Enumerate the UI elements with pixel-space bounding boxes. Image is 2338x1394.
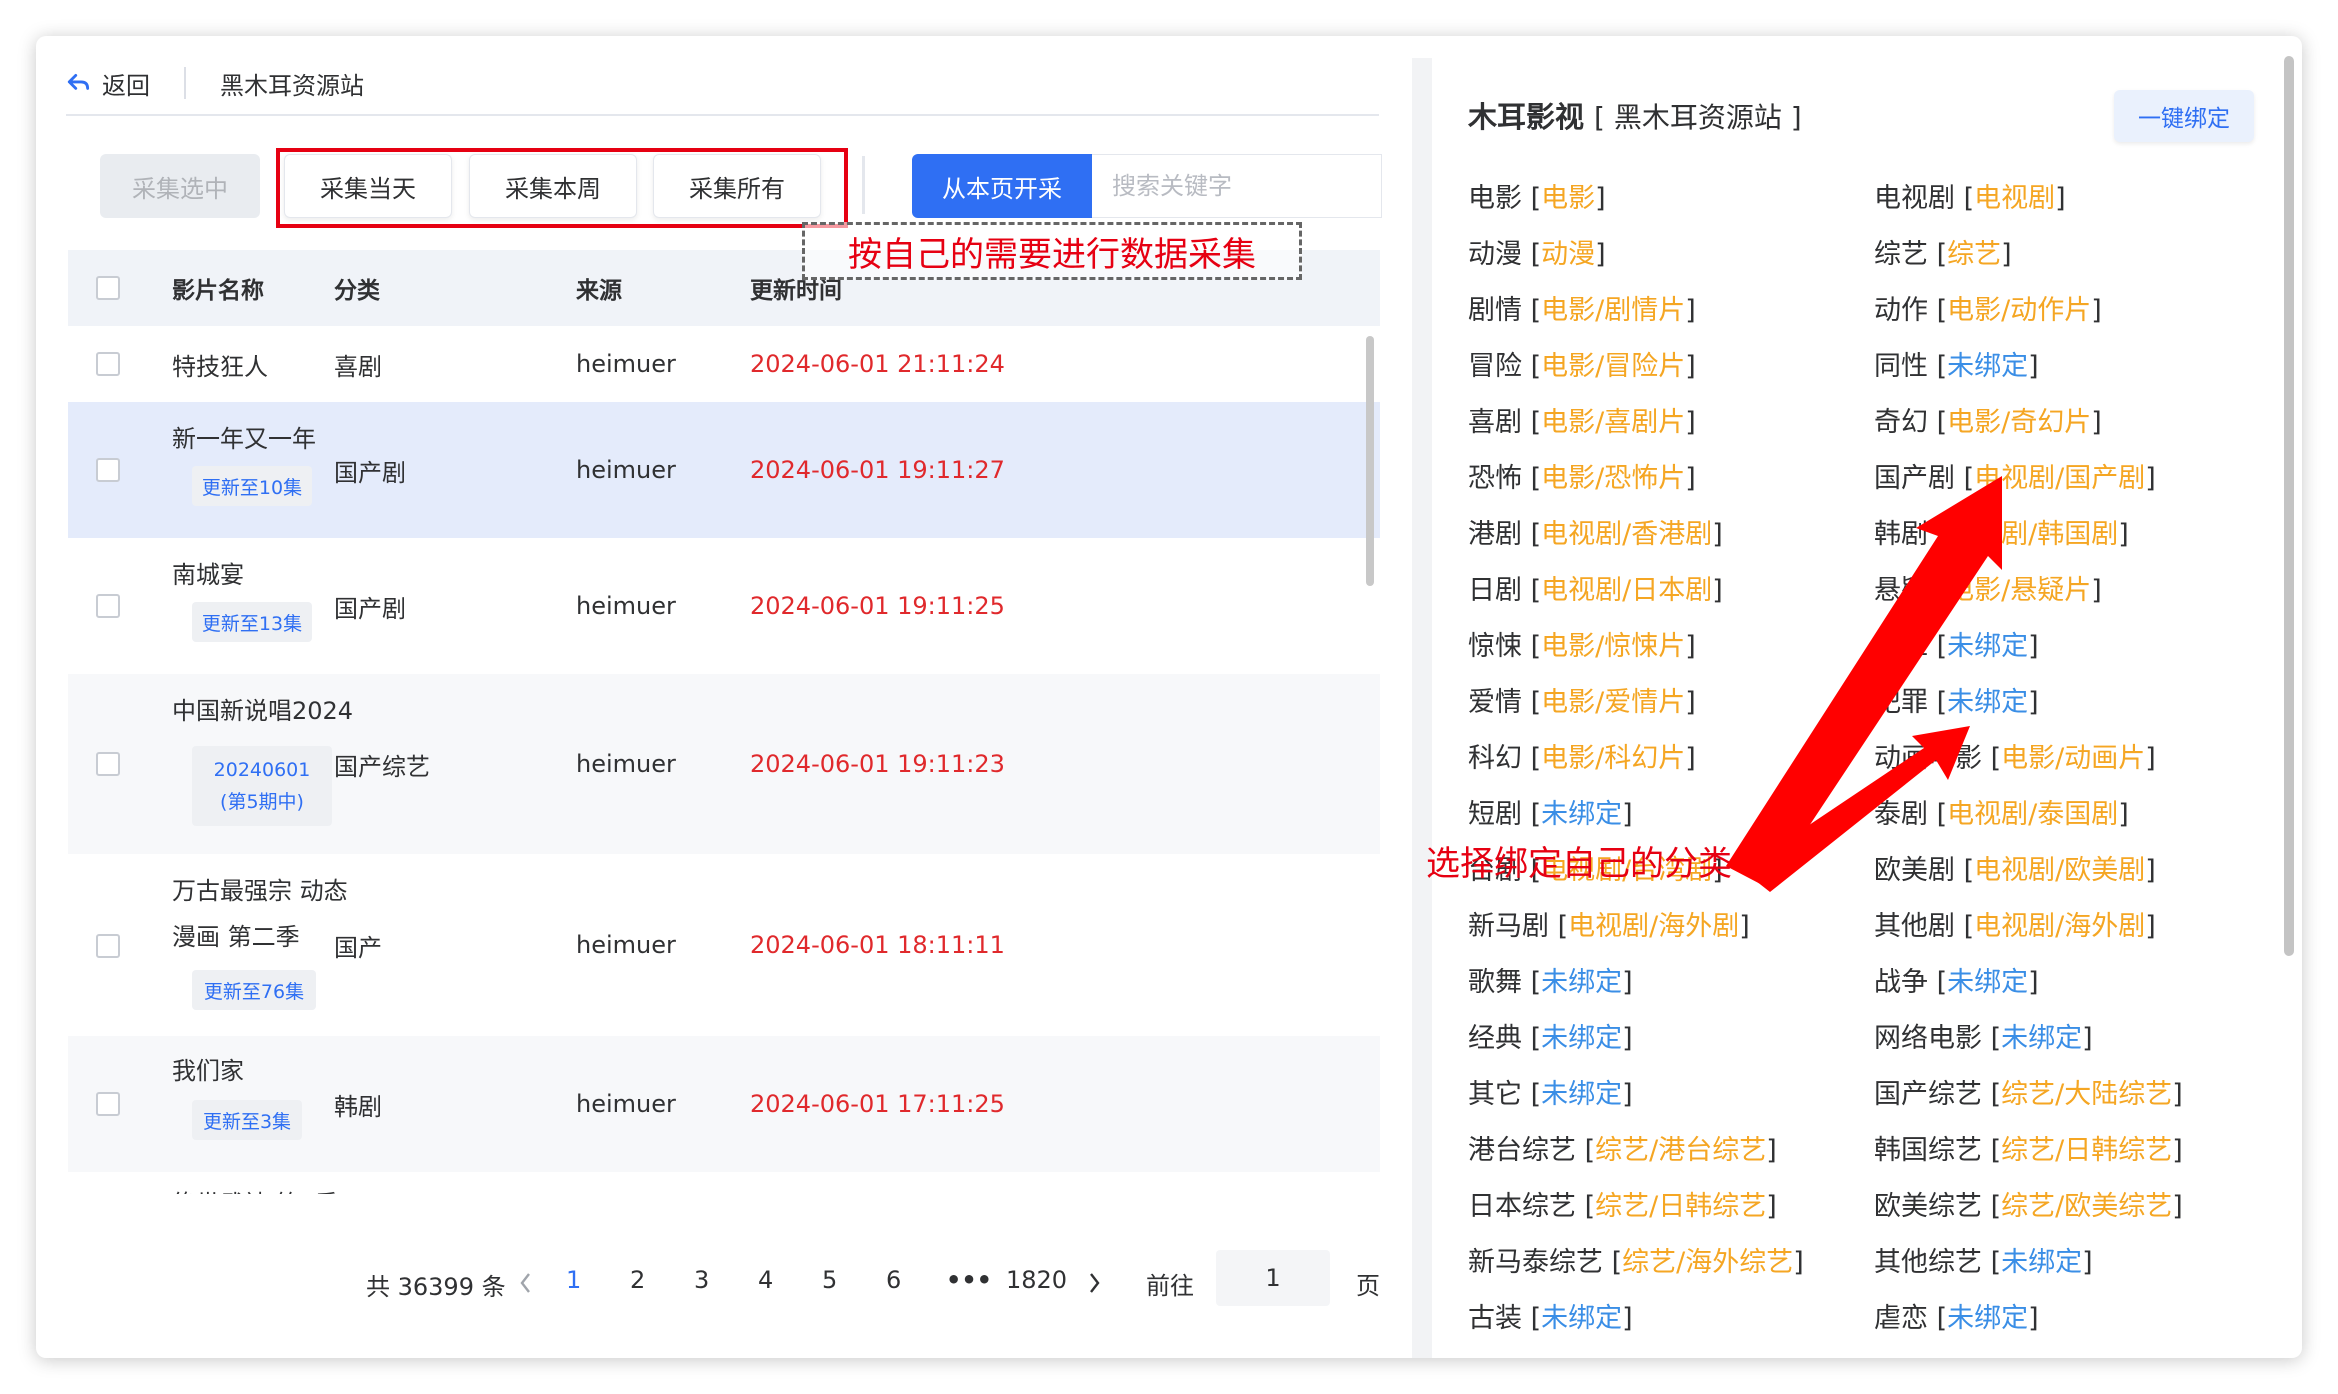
bind-annotation: 选择绑定自己的分类 bbox=[1426, 844, 1732, 884]
annotation-arrows bbox=[1726, 476, 2002, 892]
arrow-shape bbox=[1726, 476, 2002, 888]
app-window: 返回 黑木耳资源站 采集选中 采集当天 采集本周 采集所有 从本页开采 影片名称… bbox=[36, 36, 2302, 1358]
